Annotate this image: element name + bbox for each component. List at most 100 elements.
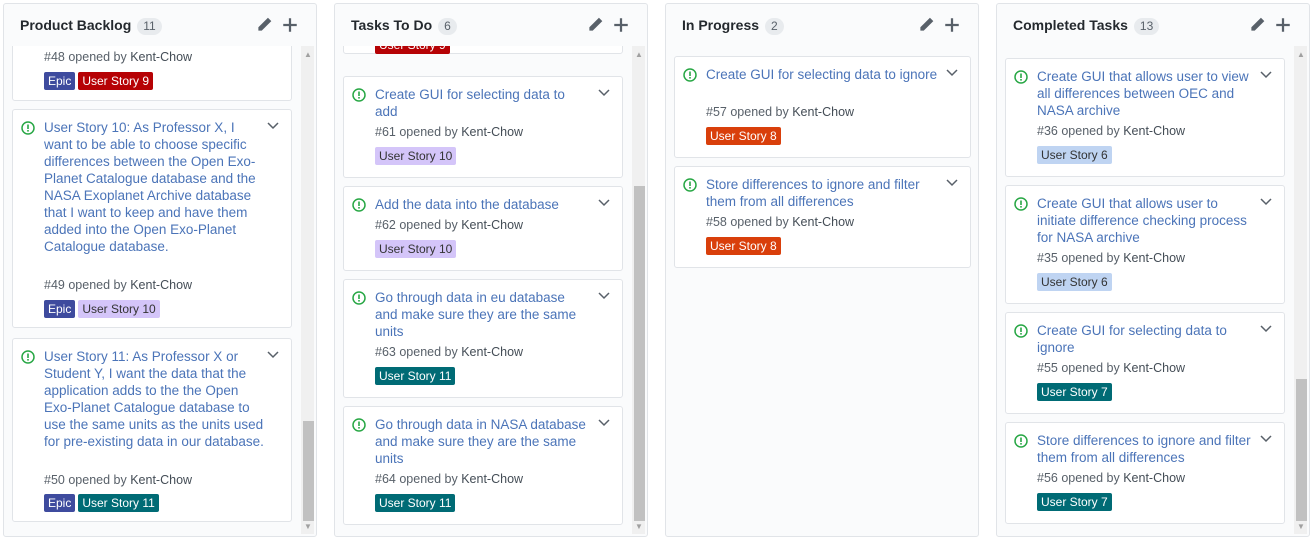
plus-icon[interactable]: [1274, 16, 1292, 34]
label[interactable]: User Story 7: [1037, 383, 1112, 401]
label-list: User Story 10: [375, 147, 459, 165]
issue-card[interactable]: Go through data in NASA database and mak…: [343, 406, 623, 525]
column-scrollbar[interactable]: ▲ ▼: [632, 46, 645, 534]
chevron-down-icon[interactable]: [946, 179, 958, 187]
label-list: User Story 11: [375, 367, 458, 385]
column-scrollbar[interactable]: ▲ ▼: [1294, 46, 1307, 534]
label[interactable]: User Story 9: [78, 72, 154, 90]
issue-card[interactable]: Add the data into the database #62 opene…: [343, 186, 623, 271]
issue-author[interactable]: Kent-Chow: [461, 472, 523, 486]
pencil-icon[interactable]: [586, 16, 604, 34]
scroll-down-arrow-icon[interactable]: ▼: [1297, 523, 1305, 531]
chevron-down-icon[interactable]: [1260, 71, 1272, 79]
issue-card[interactable]: Create GUI that allows user to initiate …: [1005, 185, 1285, 304]
issue-title-link[interactable]: Go through data in NASA database and mak…: [375, 416, 590, 467]
issue-opened-icon: [1014, 434, 1028, 448]
label[interactable]: User Story 10: [375, 240, 457, 258]
issue-title-link[interactable]: Create GUI for selecting data to ignore: [1037, 322, 1255, 356]
issue-author[interactable]: Kent-Chow: [792, 105, 854, 119]
issue-title-link[interactable]: Create GUI for selecting data to ignore: [706, 66, 938, 83]
chevron-down-icon[interactable]: [598, 292, 610, 300]
issue-title-link[interactable]: Store differences to ignore and filter t…: [1037, 432, 1255, 466]
issue-title-link[interactable]: Add the data into the database: [375, 196, 590, 213]
label[interactable]: User Story 11: [375, 494, 456, 512]
issue-card[interactable]: Create GUI that allows user to view all …: [1005, 58, 1285, 177]
plus-icon[interactable]: [943, 16, 961, 34]
issue-author[interactable]: Kent-Chow: [1123, 361, 1185, 375]
chevron-down-icon[interactable]: [1260, 435, 1272, 443]
issue-title-link[interactable]: Go through data in eu database and make …: [375, 289, 590, 340]
issue-author[interactable]: Kent-Chow: [1123, 124, 1185, 138]
label[interactable]: User Story 10: [375, 147, 457, 165]
issue-author[interactable]: Kent-Chow: [1123, 471, 1185, 485]
chevron-down-icon[interactable]: [267, 122, 279, 130]
issue-title-link[interactable]: Store differences to ignore and filter t…: [706, 176, 941, 210]
label[interactable]: User Story 11: [78, 494, 159, 512]
issue-author[interactable]: Kent-Chow: [461, 125, 523, 139]
scroll-thumb[interactable]: [303, 421, 314, 521]
label-list: User Story 7: [1037, 493, 1115, 511]
issue-card[interactable]: Store differences to ignore and filter t…: [1005, 422, 1285, 524]
issue-opened-text: opened by: [399, 125, 458, 139]
issue-title-link[interactable]: Create GUI that allows user to view all …: [1037, 68, 1255, 119]
issue-author[interactable]: Kent-Chow: [130, 50, 192, 64]
label[interactable]: User Story 10: [78, 300, 160, 318]
issue-card[interactable]: User Story 10: As Professor X, I want to…: [12, 109, 292, 328]
issue-author[interactable]: Kent-Chow: [1123, 251, 1185, 265]
label[interactable]: User Story 6: [1037, 273, 1112, 291]
issue-card[interactable]: #48 opened by Kent-Chow Epic User Story 9: [12, 46, 292, 101]
scroll-up-arrow-icon[interactable]: ▲: [1297, 51, 1305, 59]
scroll-down-arrow-icon[interactable]: ▼: [304, 523, 312, 531]
issue-card[interactable]: Create GUI for selecting data to add #61…: [343, 76, 623, 178]
issue-author[interactable]: Kent-Chow: [792, 215, 854, 229]
chevron-down-icon[interactable]: [598, 199, 610, 207]
chevron-down-icon[interactable]: [598, 89, 610, 97]
chevron-down-icon[interactable]: [267, 351, 279, 359]
pencil-icon[interactable]: [917, 16, 935, 34]
issue-card[interactable]: User Story 11: As Professor X or Student…: [12, 338, 292, 522]
scroll-down-arrow-icon[interactable]: ▼: [635, 523, 643, 531]
label[interactable]: User Story 11: [375, 367, 456, 385]
label[interactable]: Epic: [44, 300, 76, 318]
label[interactable]: User Story 9: [375, 46, 450, 54]
issue-author[interactable]: Kent-Chow: [130, 278, 192, 292]
scroll-thumb[interactable]: [634, 186, 645, 521]
issue-card[interactable]: Create GUI for selecting data to ignore …: [1005, 312, 1285, 414]
chevron-down-icon[interactable]: [1260, 325, 1272, 333]
issue-card[interactable]: Go through data in eu database and make …: [343, 279, 623, 398]
issue-author[interactable]: Kent-Chow: [130, 473, 192, 487]
issue-meta: #48 opened by Kent-Chow: [44, 50, 192, 64]
chevron-down-icon[interactable]: [598, 419, 610, 427]
issue-number: #63: [375, 345, 396, 359]
label[interactable]: User Story 7: [1037, 493, 1112, 511]
pencil-icon[interactable]: [1248, 16, 1266, 34]
pencil-icon[interactable]: [255, 16, 273, 34]
issue-title-link[interactable]: User Story 10: As Professor X, I want to…: [44, 119, 266, 255]
issue-card[interactable]: Store differences to ignore and filter t…: [674, 166, 971, 268]
issue-opened-text: opened by: [399, 345, 458, 359]
chevron-down-icon[interactable]: [946, 69, 958, 77]
label[interactable]: Epic: [44, 494, 76, 512]
column-title-text: Tasks To Do: [351, 17, 433, 33]
issue-card[interactable]: User Story 9: [343, 46, 623, 54]
issue-author[interactable]: Kent-Chow: [461, 345, 523, 359]
issue-opened-text: opened by: [1061, 471, 1120, 485]
label[interactable]: User Story 8: [706, 237, 781, 255]
issue-card[interactable]: Create GUI for selecting data to ignore …: [674, 56, 971, 158]
issue-number: #57: [706, 105, 727, 119]
label[interactable]: User Story 6: [1037, 146, 1112, 164]
chevron-down-icon[interactable]: [1260, 198, 1272, 206]
scroll-up-arrow-icon[interactable]: ▲: [635, 51, 643, 59]
issue-title-link[interactable]: User Story 11: As Professor X or Student…: [44, 348, 266, 450]
issue-author[interactable]: Kent-Chow: [461, 218, 523, 232]
issue-title-link[interactable]: Create GUI for selecting data to add: [375, 86, 590, 120]
label[interactable]: Epic: [44, 72, 76, 90]
plus-icon[interactable]: [281, 16, 299, 34]
column-title: Completed Tasks 13: [1013, 17, 1160, 35]
issue-title-link[interactable]: Create GUI that allows user to initiate …: [1037, 195, 1255, 246]
column-scrollbar[interactable]: ▲ ▼: [301, 46, 314, 534]
label[interactable]: User Story 8: [706, 127, 781, 145]
plus-icon[interactable]: [612, 16, 630, 34]
scroll-thumb[interactable]: [1296, 379, 1307, 521]
scroll-up-arrow-icon[interactable]: ▲: [304, 51, 312, 59]
